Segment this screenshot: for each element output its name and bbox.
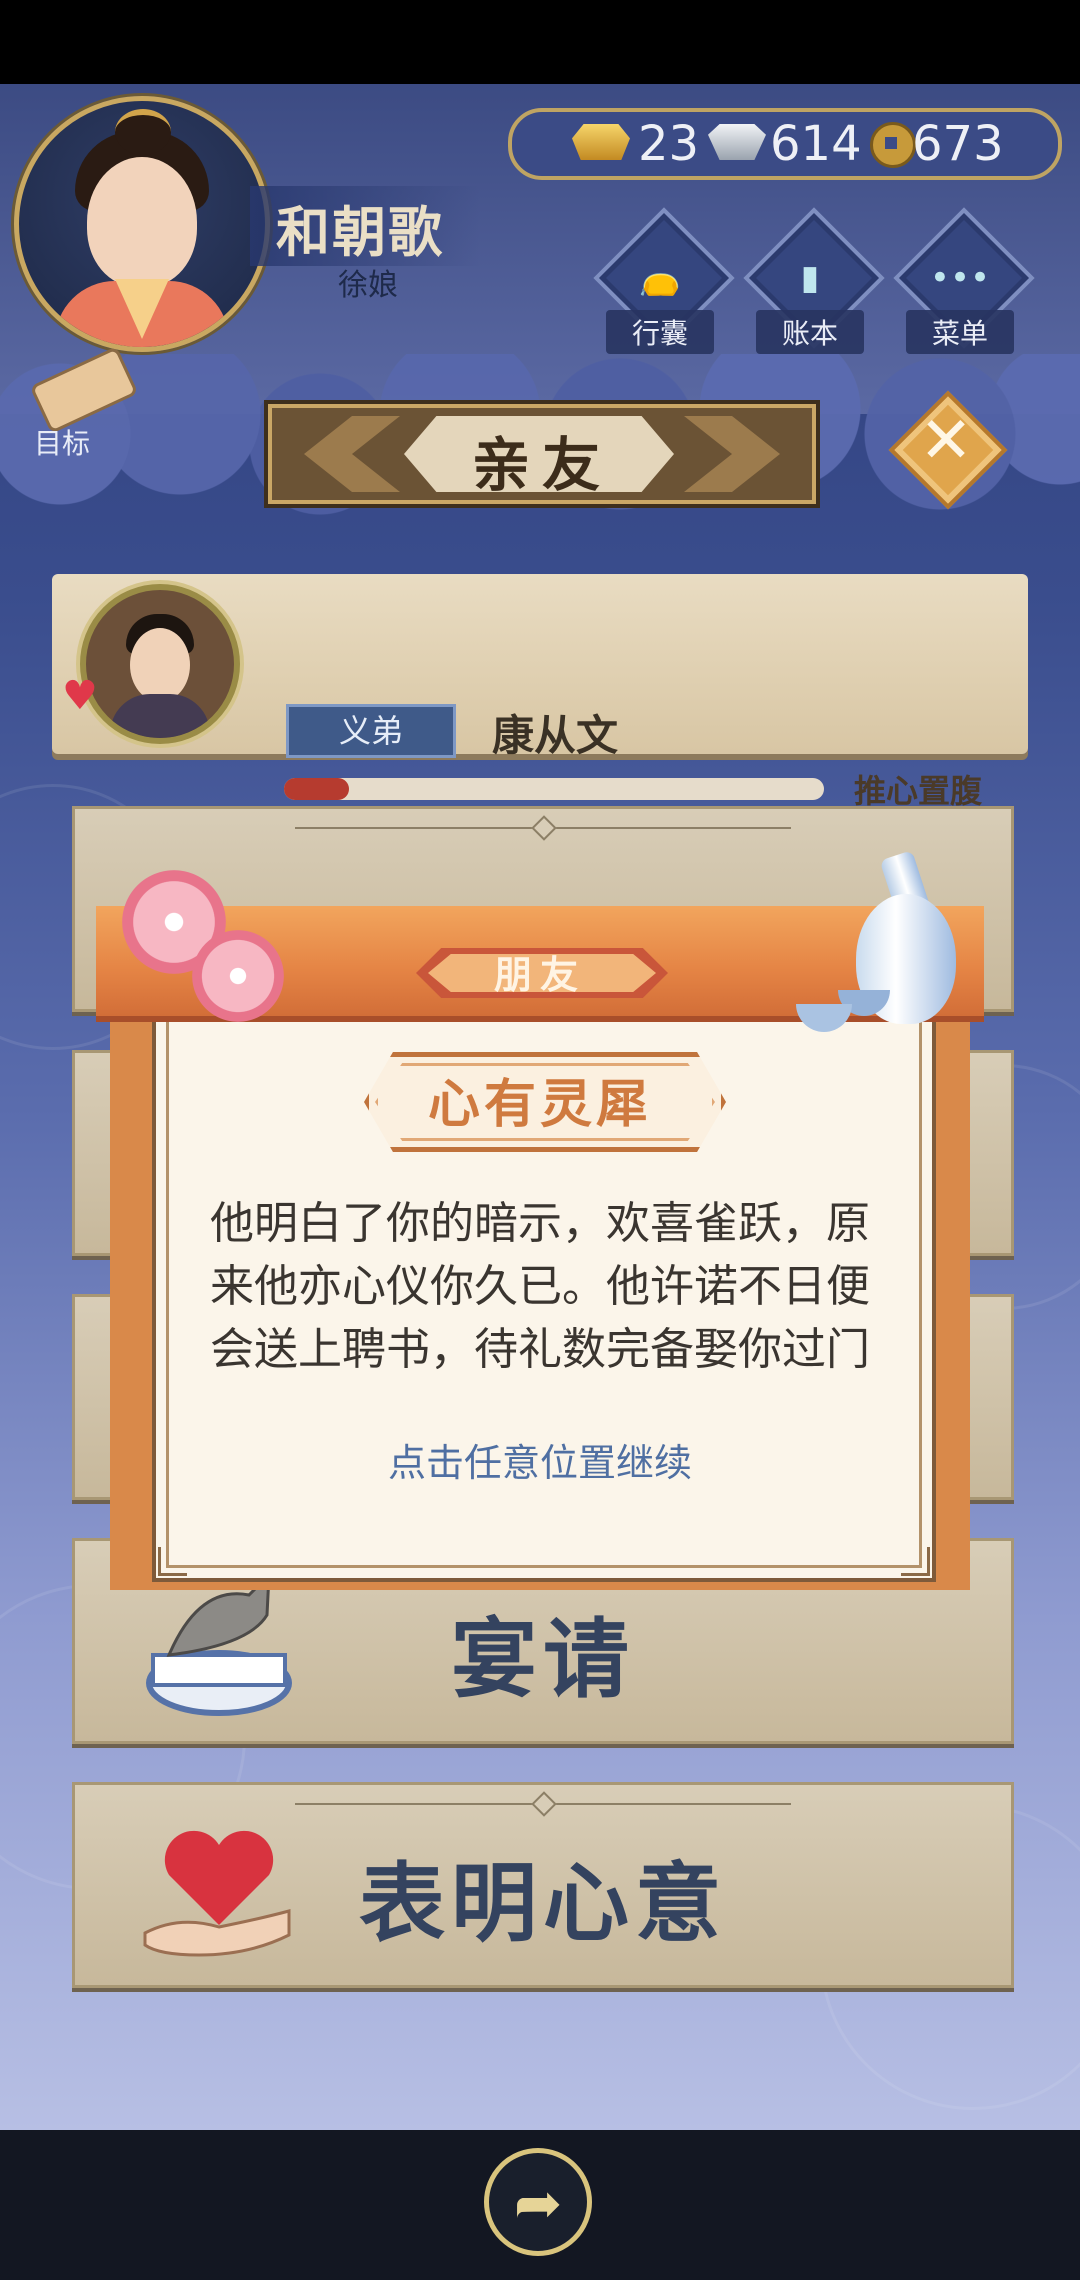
event-title: 心有灵犀 xyxy=(427,1075,652,1135)
relation-badge: 义弟 xyxy=(286,704,456,758)
avatar-face xyxy=(87,157,197,287)
affinity-bar xyxy=(284,778,824,800)
event-text: 他明白了你的暗示，欢喜雀跃，原来他亦心仪你久已。他许诺不日便会送上聘书，待礼数完… xyxy=(210,1198,870,1375)
player-name: 和朝歌 xyxy=(276,201,444,264)
friend-avatar xyxy=(80,584,240,744)
copper-coin-icon xyxy=(870,122,916,168)
menu-label: 菜单 xyxy=(906,310,1014,354)
affinity-bar-fill xyxy=(284,778,349,800)
option-confess[interactable]: 表明心意 xyxy=(72,1782,1014,1988)
player-avatar[interactable] xyxy=(14,96,270,352)
goal-button[interactable]: 目标 xyxy=(14,346,139,460)
avatar-hair-bun xyxy=(115,109,171,155)
ledger-label: 账本 xyxy=(756,310,864,354)
screen-title-banner: 亲友 xyxy=(268,404,816,504)
more-dots-icon: ••• xyxy=(929,258,991,298)
confess-label: 表明心意 xyxy=(359,1854,727,1954)
share-button[interactable]: ➦ xyxy=(484,2148,592,2256)
panel-ornament xyxy=(295,1803,791,1805)
close-icon[interactable]: ✕ xyxy=(906,404,986,478)
book-icon: ▮ xyxy=(800,258,820,298)
corner-ornament xyxy=(901,1547,930,1576)
goal-label: 目标 xyxy=(34,427,91,460)
currency-bar: 23 614 673 xyxy=(508,108,1062,180)
game-screen: 和朝歌 徐娘 目标 23 614 673 👝 行囊 ▮ 账本 ••• 菜单 亲友… xyxy=(0,84,1080,2130)
gold-amount: 23 xyxy=(638,116,700,172)
friend-name: 康从文 xyxy=(492,711,619,760)
gold-ingot-icon xyxy=(572,124,630,160)
bag-label: 行囊 xyxy=(606,310,714,354)
friend-avatar-face xyxy=(130,628,190,702)
friend-avatar-robe xyxy=(110,694,210,738)
wine-jug-icon xyxy=(796,850,966,1044)
scroll-icon xyxy=(29,346,139,434)
panel-ornament xyxy=(295,827,791,829)
hearts-icon: ♥ xyxy=(62,673,98,719)
corner-ornament xyxy=(158,1547,187,1576)
player-title: 徐娘 xyxy=(338,268,398,303)
ledger-button[interactable]: ▮ 账本 xyxy=(743,207,885,358)
copper-amount: 673 xyxy=(912,116,1004,172)
status-bar xyxy=(0,0,1080,84)
silver-amount: 614 xyxy=(770,116,862,172)
continue-hint[interactable]: 点击任意位置继续 xyxy=(152,1432,928,1487)
bag-icon: 👝 xyxy=(638,258,682,298)
silver-ingot-icon xyxy=(708,124,766,160)
banquet-label: 宴请 xyxy=(451,1610,635,1710)
menu-button[interactable]: ••• 菜单 xyxy=(893,207,1035,358)
bag-button[interactable]: 👝 行囊 xyxy=(593,207,735,358)
share-icon: ➦ xyxy=(513,2169,563,2237)
cherry-blossom-icon xyxy=(192,930,284,1022)
screen-title: 亲友 xyxy=(471,431,612,499)
